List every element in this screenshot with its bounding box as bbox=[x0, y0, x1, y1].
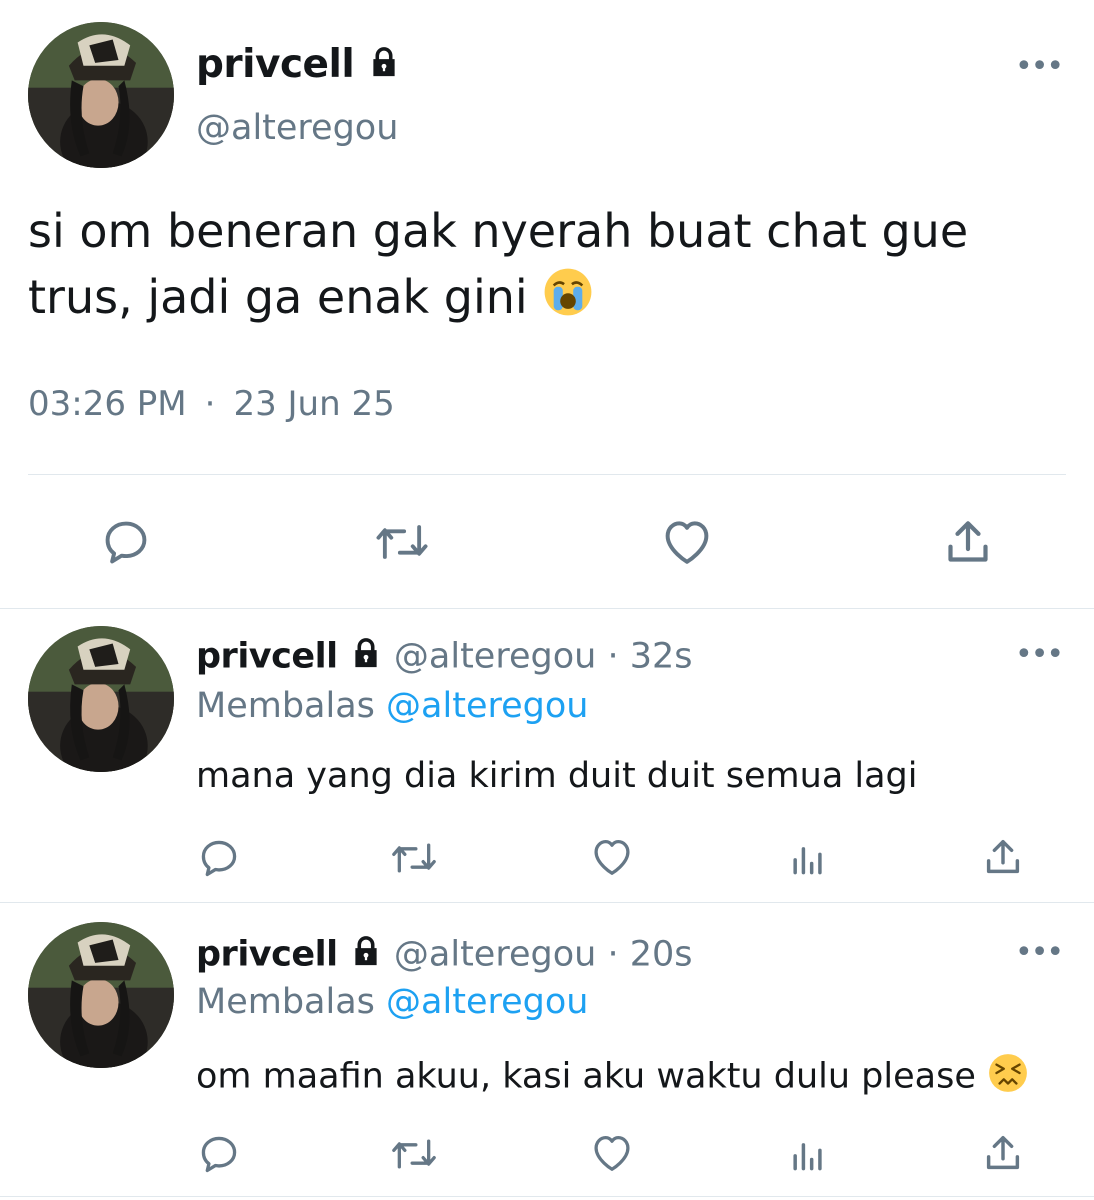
tweet-timestamp[interactable]: 03:26 PM · 23 Jun 25 bbox=[28, 384, 395, 424]
replying-label: Membalas bbox=[196, 686, 375, 726]
reply-age[interactable]: 32s bbox=[630, 637, 693, 677]
avatar[interactable] bbox=[28, 22, 174, 168]
loudly-crying-face-icon bbox=[542, 266, 594, 335]
more-icon[interactable]: ••• bbox=[1015, 938, 1064, 968]
retweet-icon[interactable] bbox=[388, 1132, 440, 1176]
share-icon[interactable] bbox=[980, 1130, 1026, 1176]
reply-text: mana yang dia kirim duit duit semua lagi bbox=[196, 756, 918, 796]
reply-age[interactable]: 20s bbox=[630, 935, 693, 975]
reply-text: om maafin akuu, kasi aku waktu dulu plea… bbox=[196, 1052, 1029, 1103]
like-icon[interactable] bbox=[658, 514, 716, 570]
persevering-face-icon bbox=[987, 1052, 1029, 1103]
replying-to: Membalas @alteregou bbox=[196, 982, 588, 1022]
more-icon[interactable]: ••• bbox=[1015, 52, 1064, 82]
tweet-date: 23 Jun 25 bbox=[233, 384, 395, 424]
like-icon[interactable] bbox=[588, 1130, 636, 1176]
divider bbox=[0, 1196, 1094, 1197]
reply-icon[interactable] bbox=[100, 516, 152, 568]
divider bbox=[28, 474, 1066, 475]
reply-text-content: om maafin akuu, kasi aku waktu dulu plea… bbox=[196, 1056, 976, 1097]
display-name[interactable]: privcell bbox=[196, 42, 401, 89]
separator-dot: · bbox=[204, 384, 216, 424]
replying-mention[interactable]: @alteregou bbox=[386, 982, 588, 1022]
analytics-icon[interactable] bbox=[786, 1132, 830, 1176]
tweet-time: 03:26 PM bbox=[28, 384, 187, 424]
tweet-text-content: si om beneran gak nyerah buat chat gue t… bbox=[28, 204, 969, 324]
retweet-icon[interactable] bbox=[372, 516, 432, 568]
tweet-text: si om beneran gak nyerah buat chat gue t… bbox=[28, 198, 1078, 335]
avatar[interactable] bbox=[28, 626, 174, 772]
lock-icon bbox=[367, 44, 401, 89]
more-icon[interactable]: ••• bbox=[1015, 640, 1064, 670]
like-icon[interactable] bbox=[588, 834, 636, 880]
share-icon[interactable] bbox=[940, 514, 996, 570]
handle[interactable]: @alteregou bbox=[196, 108, 398, 148]
separator-dot: · bbox=[607, 934, 619, 975]
reply-icon[interactable] bbox=[197, 1132, 241, 1176]
replying-label: Membalas bbox=[196, 982, 375, 1022]
retweet-icon[interactable] bbox=[388, 836, 440, 880]
share-icon[interactable] bbox=[980, 834, 1026, 880]
lock-icon bbox=[349, 934, 383, 977]
reply-header: privcell @alteregou · 32s bbox=[196, 636, 693, 679]
display-name[interactable]: privcell bbox=[196, 637, 338, 677]
handle[interactable]: @alteregou bbox=[394, 935, 596, 975]
avatar[interactable] bbox=[28, 922, 174, 1068]
replying-to: Membalas @alteregou bbox=[196, 686, 588, 726]
analytics-icon[interactable] bbox=[786, 836, 830, 880]
separator-dot: · bbox=[607, 636, 619, 677]
reply-header: privcell @alteregou · 20s bbox=[196, 934, 693, 977]
divider bbox=[0, 608, 1094, 609]
divider bbox=[0, 902, 1094, 903]
display-name-text[interactable]: privcell bbox=[196, 42, 355, 87]
handle[interactable]: @alteregou bbox=[394, 637, 596, 677]
replying-mention[interactable]: @alteregou bbox=[386, 686, 588, 726]
display-name[interactable]: privcell bbox=[196, 935, 338, 975]
reply-icon[interactable] bbox=[197, 836, 241, 880]
lock-icon bbox=[349, 636, 383, 679]
